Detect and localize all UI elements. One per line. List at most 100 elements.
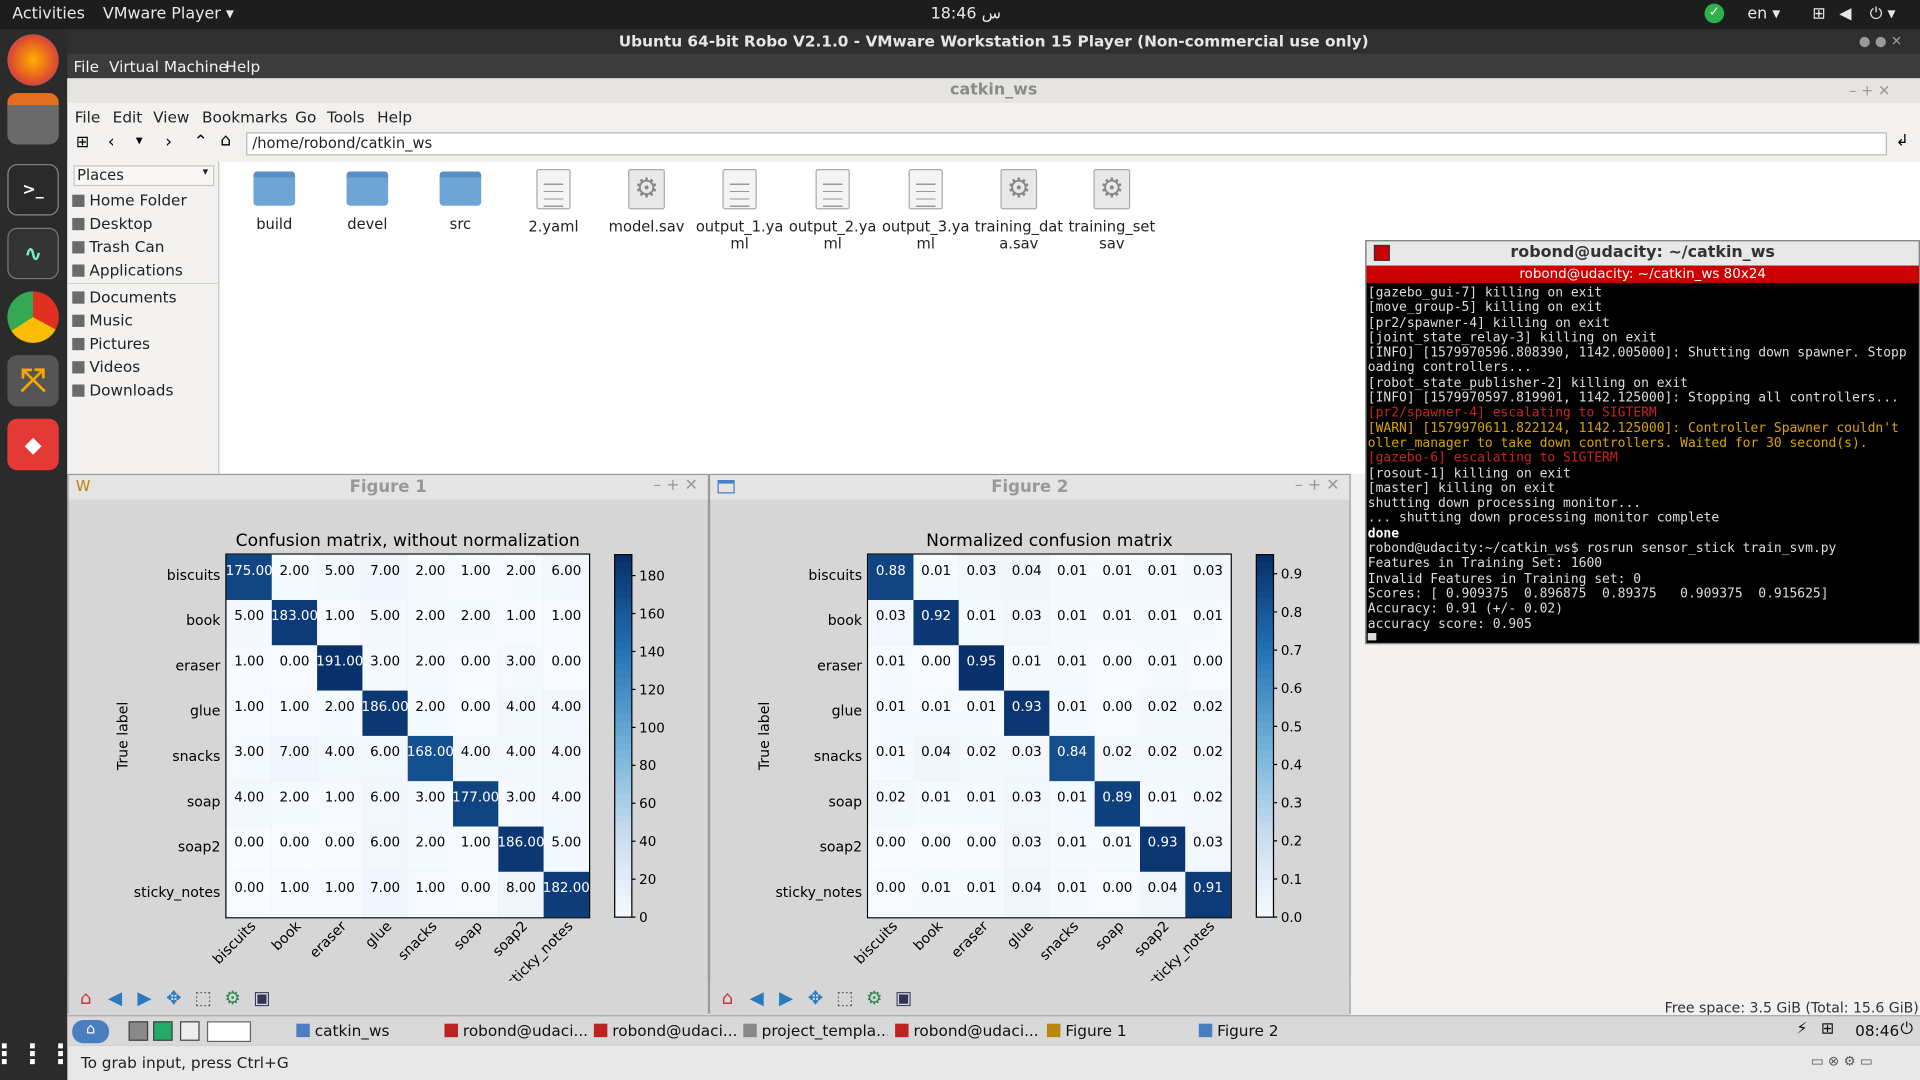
guest-clock[interactable]: 08:46: [1855, 1021, 1899, 1039]
desktop-pager-icon[interactable]: [206, 1021, 252, 1043]
taskbar-item[interactable]: robond@udaci...: [442, 1020, 587, 1043]
vm-menu-virtual-machine[interactable]: Virtual Machine: [109, 58, 228, 76]
configure-subplots-icon[interactable]: ⚙: [219, 984, 246, 1011]
new-tab-icon[interactable]: ⊞: [76, 133, 89, 151]
home-icon[interactable]: ⌂: [72, 984, 99, 1011]
chrome-icon[interactable]: [7, 291, 59, 343]
back-icon[interactable]: ◀: [743, 984, 770, 1011]
path-input[interactable]: /home/robond/catkin_ws: [246, 132, 1887, 156]
file-item[interactable]: output_2.ya ml: [789, 168, 877, 252]
cell-label: 0.03: [876, 609, 906, 624]
colorbar-segment: [614, 895, 632, 904]
colorbar-tick-label: 0.7: [1281, 644, 1302, 659]
fm-window-controls[interactable]: – + ✕: [1849, 82, 1890, 99]
figure-2-window-controls[interactable]: – + ✕: [1295, 476, 1340, 494]
fm-menu-tools[interactable]: Tools: [327, 108, 365, 126]
taskbar-item[interactable]: Figure 1: [1044, 1020, 1191, 1043]
zoom-icon[interactable]: ⬚: [190, 984, 217, 1011]
network-tray-icon[interactable]: ⊞: [1821, 1020, 1834, 1038]
vmware-app-menu[interactable]: VMware Player ▾: [103, 5, 234, 23]
file-item[interactable]: ⚙ model.sav: [602, 168, 690, 235]
fm-menu-help[interactable]: Help: [377, 108, 412, 126]
taskbar-item[interactable]: robond@udaci...: [591, 1020, 736, 1043]
back-icon[interactable]: ◀: [102, 984, 129, 1011]
places-documents[interactable]: Documents: [72, 288, 177, 310]
file-item[interactable]: output_1.ya ml: [696, 168, 784, 252]
go-icon[interactable]: ↲: [1896, 132, 1909, 150]
taskbar-item[interactable]: robond@udaci...: [893, 1020, 1040, 1043]
file-item[interactable]: build: [230, 169, 318, 233]
places-desktop[interactable]: Desktop: [72, 214, 153, 236]
save-icon[interactable]: ▣: [249, 984, 276, 1011]
logout-icon[interactable]: ⏻: [1900, 1020, 1913, 1038]
vm-menu-help[interactable]: Help: [225, 58, 260, 76]
system-monitor-icon[interactable]: ∿: [7, 227, 59, 280]
places-downloads[interactable]: Downloads: [72, 381, 173, 403]
terminal-icon[interactable]: >_: [7, 164, 59, 216]
fm-menu-view[interactable]: View: [153, 108, 189, 126]
file-cabinet-icon[interactable]: [7, 93, 59, 145]
terminal-window[interactable]: robond@udacity: ~/catkin_ws robond@udaci…: [1365, 240, 1920, 645]
clock[interactable]: 18:46 س: [931, 5, 1001, 23]
configure-subplots-icon[interactable]: ⚙: [861, 984, 888, 1011]
bolt-icon[interactable]: ⚡: [1796, 1020, 1807, 1038]
places-music[interactable]: Music: [72, 311, 133, 333]
volume-icon[interactable]: ◀: [1839, 5, 1851, 23]
file-manager-launcher-icon[interactable]: [128, 1021, 149, 1041]
home-icon[interactable]: ⌂: [714, 984, 741, 1011]
home-icon[interactable]: ⌂: [220, 131, 231, 151]
fm-menu-bookmarks[interactable]: Bookmarks: [202, 108, 288, 126]
file-item[interactable]: ⚙ training_dat a.sav: [975, 168, 1063, 252]
back-icon[interactable]: ‹: [108, 132, 115, 152]
fm-menu-edit[interactable]: Edit: [113, 108, 143, 126]
save-icon[interactable]: ▣: [890, 984, 917, 1011]
update-check-icon[interactable]: ✓: [1704, 3, 1725, 24]
anydesk-icon[interactable]: ◆: [7, 418, 59, 471]
file-item[interactable]: output_3.ya ml: [882, 168, 970, 252]
places-dropdown[interactable]: Places ▾: [73, 165, 215, 187]
terminal-launcher-icon[interactable]: [153, 1021, 173, 1041]
terminal-output[interactable]: [gazebo_gui-7] killing on exit [move_grou…: [1367, 285, 1920, 641]
forward-icon[interactable]: ▶: [131, 984, 158, 1011]
places-pictures[interactable]: Pictures: [72, 334, 150, 356]
network-icon[interactable]: ⊞: [1812, 5, 1825, 23]
activities-button[interactable]: Activities: [12, 5, 85, 23]
colorbar-tick-label: 0.3: [1281, 797, 1302, 812]
file-item[interactable]: devel: [323, 169, 411, 233]
file-item[interactable]: src: [416, 169, 504, 233]
history-dropdown-icon[interactable]: ▾: [136, 132, 143, 148]
places-home-folder[interactable]: Home Folder: [72, 191, 187, 213]
colorbar-segment: [614, 880, 632, 889]
taskbar-item[interactable]: Figure 2: [1196, 1020, 1318, 1043]
firefox-icon[interactable]: [7, 34, 59, 86]
places-videos[interactable]: Videos: [72, 358, 140, 380]
vm-device-icons[interactable]: ▭ ⊗ ⚙ ▭: [1811, 1053, 1873, 1069]
show-applications-icon[interactable]: ⋮⋮⋮: [0, 1029, 74, 1080]
vmware-window-controls[interactable]: ● ● ✕: [1859, 33, 1902, 49]
fm-menu-go[interactable]: Go: [295, 108, 316, 126]
up-icon[interactable]: ⌃: [193, 132, 207, 152]
fm-menu-file[interactable]: File: [75, 108, 101, 126]
places-trash-can[interactable]: Trash Can: [72, 238, 164, 260]
power-icon[interactable]: ⏻ ▾: [1870, 5, 1896, 23]
start-menu-icon[interactable]: ⌂: [72, 1020, 109, 1044]
vmware-icon[interactable]: ⤧: [7, 355, 59, 407]
forward-icon[interactable]: ›: [165, 132, 172, 152]
vm-menu-file[interactable]: File: [73, 58, 99, 76]
window-list-icon[interactable]: [180, 1021, 200, 1041]
terminal-line: [pr2/spawner-4] escalating to SIGTERM: [1367, 405, 1657, 421]
file-item[interactable]: 2.yaml: [509, 168, 597, 235]
cell-label: 0.04: [921, 745, 951, 760]
places-applications[interactable]: Applications: [72, 261, 183, 283]
y-tick-label: sticky_notes: [775, 885, 862, 901]
pan-icon[interactable]: ✥: [802, 984, 829, 1011]
pan-icon[interactable]: ✥: [160, 984, 187, 1011]
file-item[interactable]: ⚙ training_set sav: [1068, 168, 1156, 252]
guest-screen[interactable]: catkin_ws File Edit View Bookmarks Go To…: [67, 78, 1920, 1046]
forward-icon[interactable]: ▶: [773, 984, 800, 1011]
figure-1-window-controls[interactable]: – + ✕: [653, 476, 698, 494]
taskbar-item[interactable]: catkin_ws: [294, 1020, 438, 1043]
language-selector[interactable]: en ▾: [1747, 5, 1780, 23]
zoom-icon[interactable]: ⬚: [831, 984, 858, 1011]
taskbar-item[interactable]: project_templa...: [741, 1020, 888, 1043]
